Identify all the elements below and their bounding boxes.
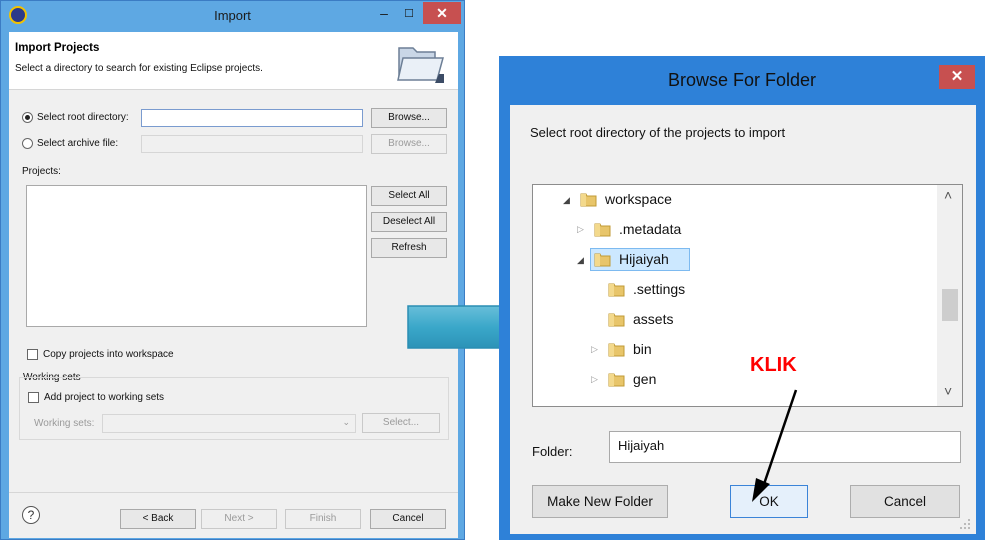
select-all-button[interactable]: Select All xyxy=(371,186,447,206)
deselect-all-button[interactable]: Deselect All xyxy=(371,212,447,232)
import-body: Import Projects Select a directory to se… xyxy=(9,32,458,538)
open-folder-icon xyxy=(397,47,444,83)
root-directory-radio[interactable] xyxy=(22,112,33,123)
maximize-button[interactable]: ☐ xyxy=(397,4,421,24)
tree-item-hijaiyah[interactable]: ◢ Hijaiyah xyxy=(533,245,937,275)
scroll-down-icon[interactable]: ˅ xyxy=(944,383,952,399)
copy-projects-checkbox[interactable] xyxy=(27,349,38,360)
pointer-arrow-icon xyxy=(752,389,798,502)
finish-button[interactable]: Finish xyxy=(285,509,361,529)
projects-label: Projects: xyxy=(22,166,61,177)
bottom-separator xyxy=(9,492,458,493)
next-button[interactable]: Next > xyxy=(201,509,277,529)
import-header: Import Projects Select a directory to se… xyxy=(9,32,458,90)
scroll-up-icon[interactable]: ˄ xyxy=(944,187,952,203)
close-button[interactable]: ✕ xyxy=(423,2,461,24)
tree-label: .metadata xyxy=(619,221,682,237)
add-to-working-sets-label: Add project to working sets xyxy=(44,392,165,403)
folder-icon xyxy=(580,193,597,207)
working-sets-label: Working sets: xyxy=(34,418,95,429)
minimize-button[interactable]: – xyxy=(372,4,396,24)
refresh-button[interactable]: Refresh xyxy=(371,238,447,258)
import-window: Import – ☐ ✕ Import Projects Select a di… xyxy=(0,0,465,540)
folder-tree[interactable]: ◢ workspace ▷ .metadata ◢ Hijaiyah .sett… xyxy=(532,184,963,407)
working-sets-group: Add project to working sets Working sets… xyxy=(19,377,449,440)
add-to-working-sets-checkbox[interactable] xyxy=(28,392,39,403)
folder-icon xyxy=(594,223,611,237)
tree-item-settings[interactable]: .settings xyxy=(533,275,937,305)
root-directory-input[interactable] xyxy=(141,109,363,127)
archive-file-radio[interactable] xyxy=(22,138,33,149)
expand-arrow-icon[interactable]: ◢ xyxy=(563,195,570,206)
make-new-folder-button[interactable]: Make New Folder xyxy=(532,485,668,518)
browse-description: Select root directory of the projects to… xyxy=(530,125,786,140)
folder-input-value: Hijaiyah xyxy=(618,438,665,453)
collapsed-arrow-icon[interactable]: ▷ xyxy=(577,224,584,235)
tree-item-workspace[interactable]: ◢ workspace xyxy=(533,185,937,215)
browse-root-button[interactable]: Browse... xyxy=(371,108,447,128)
collapsed-arrow-icon[interactable]: ▷ xyxy=(591,374,598,385)
import-header-description: Select a directory to search for existin… xyxy=(15,63,263,74)
tree-item-metadata[interactable]: ▷ .metadata xyxy=(533,215,937,245)
folder-icon xyxy=(594,253,611,267)
archive-file-label: Select archive file: xyxy=(37,138,119,149)
working-sets-combo[interactable]: ⌄ xyxy=(102,414,356,433)
archive-file-input[interactable] xyxy=(141,135,363,153)
tree-label: Hijaiyah xyxy=(619,251,669,267)
klik-annotation: KLIK xyxy=(750,354,797,376)
root-directory-label: Select root directory: xyxy=(37,112,129,123)
tree-item-assets[interactable]: assets xyxy=(533,305,937,335)
browse-close-button[interactable]: ✕ xyxy=(939,65,975,89)
tree-label: .settings xyxy=(633,281,686,297)
folder-icon xyxy=(608,373,625,387)
tree-item-bin[interactable]: ▷ bin xyxy=(533,335,937,365)
cancel-button[interactable]: Cancel xyxy=(370,509,446,529)
folder-icon xyxy=(608,283,625,297)
back-button[interactable]: < Back xyxy=(120,509,196,529)
folder-label: Folder: xyxy=(532,444,573,459)
tree-label: workspace xyxy=(605,191,672,207)
resize-grip-icon[interactable] xyxy=(958,517,972,531)
scroll-thumb[interactable] xyxy=(942,289,958,321)
projects-list[interactable] xyxy=(26,185,367,327)
tree-label: assets xyxy=(633,311,674,327)
collapsed-arrow-icon[interactable]: ▷ xyxy=(591,344,598,355)
browse-archive-button[interactable]: Browse... xyxy=(371,134,447,154)
browse-cancel-button[interactable]: Cancel xyxy=(850,485,960,518)
copy-projects-label: Copy projects into workspace xyxy=(43,349,174,360)
tree-item-gen[interactable]: ▷ gen xyxy=(533,365,937,395)
folder-icon xyxy=(608,313,625,327)
folder-icon xyxy=(608,343,625,357)
chevron-down-icon: ⌄ xyxy=(342,417,350,427)
expand-arrow-icon[interactable]: ◢ xyxy=(577,255,584,266)
tree-label: bin xyxy=(633,341,652,357)
select-working-sets-button[interactable]: Select... xyxy=(362,413,440,433)
tree-scrollbar[interactable]: ˄ ˅ xyxy=(937,185,962,406)
tree-label: gen xyxy=(633,371,657,387)
browse-window-title: Browse For Folder xyxy=(667,70,817,90)
help-icon[interactable]: ? xyxy=(22,506,40,524)
import-header-title: Import Projects xyxy=(15,42,100,54)
